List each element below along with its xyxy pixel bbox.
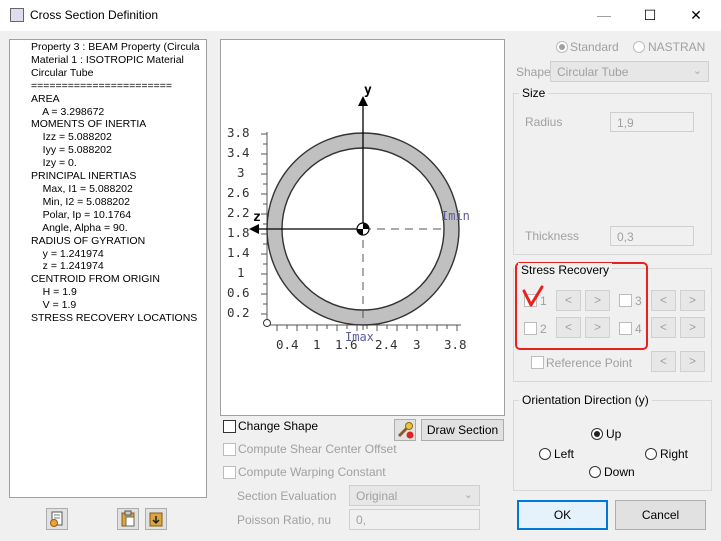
centroid-icon	[356, 222, 370, 236]
ok-button[interactable]: OK	[517, 500, 608, 530]
down-label: Down	[604, 465, 635, 479]
section-drawing-canvas: 3.8 3.4 3 2.6 2.2 1.8 1.4 1 0.6 0.2 0.4	[220, 39, 505, 416]
stress-point-1-next-button[interactable]: >	[585, 290, 610, 311]
minimize-button[interactable]: —	[581, 0, 627, 31]
x-tick-label: 1	[313, 337, 321, 352]
section-evaluation-label: Section Evaluation	[237, 489, 337, 503]
y-tick-label: 1.4	[227, 245, 250, 260]
shear-center-label: Compute Shear Center Offset	[238, 442, 397, 456]
app-icon	[10, 8, 24, 22]
section-properties-list[interactable]: Property 3 : BEAM Property (Circula Mate…	[9, 39, 207, 498]
stress-point-2-next-button[interactable]: >	[585, 317, 610, 338]
reference-point-label: Reference Point	[546, 356, 633, 370]
imax-label: Imax	[345, 330, 374, 344]
poisson-ratio-label: Poisson Ratio, nu	[237, 513, 332, 527]
left-label: Left	[554, 447, 575, 461]
cancel-button[interactable]: Cancel	[615, 500, 706, 530]
radius-label: Radius	[525, 115, 563, 129]
up-radio[interactable]	[591, 428, 603, 440]
help-icon-button[interactable]	[394, 419, 416, 441]
chevron-down-icon: ⌄	[692, 65, 702, 77]
title-bar: Cross Section Definition — ☐ ✕	[0, 0, 721, 31]
clipboard-icon	[121, 510, 135, 527]
x-tick-label: 3.8	[444, 337, 467, 352]
left-radio[interactable]	[539, 448, 551, 460]
y-ruler-ticks	[261, 133, 267, 315]
y-tick-label: 1	[237, 265, 245, 280]
stress-point-4-next-button[interactable]: >	[680, 317, 705, 338]
thickness-label: Thickness	[525, 229, 580, 243]
up-label: Up	[606, 427, 622, 441]
change-shape-checkbox[interactable]	[223, 420, 236, 433]
reference-point-prev-button[interactable]: <	[651, 351, 676, 372]
stress-point-3-label: 3	[635, 294, 642, 308]
y-tick-label: 3.8	[227, 125, 250, 140]
change-shape-label: Change Shape	[238, 419, 319, 433]
y-tick-label: 3.4	[227, 145, 250, 160]
reference-point-next-button[interactable]: >	[680, 351, 705, 372]
stress-point-2-label: 2	[540, 322, 547, 336]
z-axis-label: z	[253, 210, 261, 225]
x-tick-label: 3	[413, 337, 421, 352]
y-tick-label: 2.2	[227, 205, 250, 220]
nastran-radio[interactable]	[633, 41, 645, 53]
checkmark-annotation-icon	[522, 285, 544, 307]
thickness-input[interactable]: 0,3	[610, 226, 694, 246]
window-title: Cross Section Definition	[30, 8, 159, 22]
stress-point-3-next-button[interactable]: >	[680, 290, 705, 311]
z-arrow-head	[249, 224, 259, 234]
stress-point-2-prev-button[interactable]: <	[556, 317, 581, 338]
y-tick-labels: 3.8 3.4 3 2.6 2.2 1.8 1.4 1 0.6 0.2	[227, 125, 250, 320]
shape-label: Shape	[516, 65, 551, 79]
close-button[interactable]: ✕	[673, 0, 719, 31]
section-plot: 3.8 3.4 3 2.6 2.2 1.8 1.4 1 0.6 0.2 0.4	[227, 83, 470, 352]
size-group-title: Size	[519, 86, 549, 100]
y-tick-label: 3	[237, 165, 245, 180]
x-tick-label: 0.4	[276, 337, 299, 352]
section-evaluation-value: Original	[356, 489, 398, 503]
standard-radio[interactable]	[556, 41, 568, 53]
warping-label: Compute Warping Constant	[238, 465, 386, 479]
maximize-button[interactable]: ☐	[627, 0, 673, 31]
chevron-down-icon: ⌄	[463, 489, 473, 501]
stress-point-3-checkbox[interactable]	[619, 294, 632, 307]
standard-label: Standard	[570, 40, 619, 54]
shape-select[interactable]: Circular Tube ⌄	[550, 61, 709, 82]
stress-point-4-prev-button[interactable]: <	[651, 317, 676, 338]
shape-value: Circular Tube	[557, 65, 629, 79]
properties-icon	[50, 511, 63, 527]
y-tick-label: 0.2	[227, 305, 250, 320]
stress-point-4-label: 4	[635, 322, 642, 336]
nastran-label: NASTRAN	[648, 40, 706, 54]
down-radio[interactable]	[589, 466, 601, 478]
copy-icon-button[interactable]	[117, 508, 139, 530]
shear-center-checkbox[interactable]	[223, 443, 236, 456]
radius-input[interactable]: 1,9	[610, 112, 694, 132]
warping-checkbox[interactable]	[223, 466, 236, 479]
right-label: Right	[660, 447, 689, 461]
right-radio[interactable]	[645, 448, 657, 460]
poisson-ratio-input[interactable]: 0,	[349, 509, 480, 530]
draw-section-button[interactable]: Draw Section	[421, 419, 504, 441]
y-tick-label: 0.6	[227, 285, 250, 300]
y-tick-label: 1.8	[227, 225, 250, 240]
origin-marker	[263, 319, 271, 327]
stress-point-4-checkbox[interactable]	[619, 322, 632, 335]
imin-label: Imin	[441, 209, 470, 223]
orientation-title: Orientation Direction (y)	[519, 393, 652, 407]
stress-point-3-prev-button[interactable]: <	[651, 290, 676, 311]
reference-point-checkbox[interactable]	[531, 356, 544, 369]
y-tick-label: 2.6	[227, 185, 250, 200]
properties-icon-button[interactable]	[46, 508, 68, 530]
stress-point-1-prev-button[interactable]: <	[556, 290, 581, 311]
section-evaluation-select[interactable]: Original ⌄	[349, 485, 480, 506]
section-properties-text: Property 3 : BEAM Property (Circula Mate…	[31, 41, 200, 325]
stress-recovery-title: Stress Recovery	[518, 263, 613, 277]
help-icon	[397, 422, 414, 439]
stress-point-2-checkbox[interactable]	[524, 322, 537, 335]
x-tick-label: 2.4	[375, 337, 398, 352]
paste-icon	[149, 512, 163, 527]
y-axis-label: y	[364, 83, 372, 98]
paste-icon-button[interactable]	[145, 508, 167, 530]
